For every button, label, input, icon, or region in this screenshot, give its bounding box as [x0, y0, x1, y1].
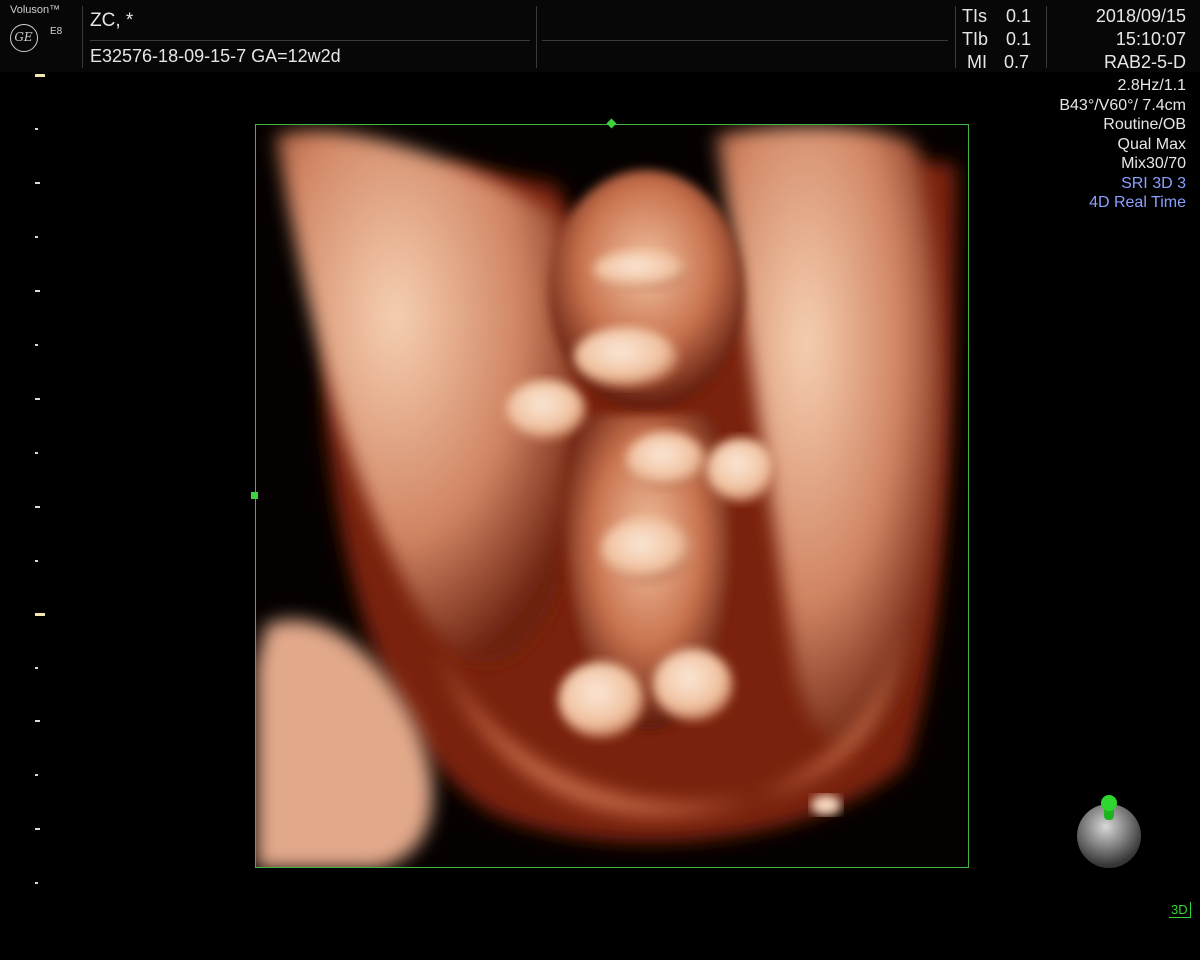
preset: Routine/OB [1103, 116, 1186, 133]
probe-name: RAB2-5-D [1103, 52, 1186, 72]
sri-setting: SRI 3D 3 [1121, 174, 1186, 192]
ge-logo-icon: GE [10, 24, 38, 52]
sweep-angles: B43°/V60°/ 7.4cm [1059, 96, 1186, 114]
roi-left-handle[interactable] [251, 492, 258, 499]
exam-id: E32576-18-09-15-7 GA=12w2d [90, 46, 341, 66]
index-mi: MI 0.7 [967, 52, 1030, 72]
render-region[interactable] [255, 124, 969, 868]
exam-time: 15:10:07 [1115, 29, 1186, 49]
exam-date: 2018/09/15 [1095, 6, 1186, 26]
parameter-panel: 2.8Hz/1.1 B43°/V60°/ 7.4cm Routine/OB Qu… [1059, 76, 1186, 213]
header-bar: Voluson™ GE E8 ZC, * E32576-18-09-15-7 G… [0, 0, 1200, 72]
brand-label: Voluson™ [10, 4, 61, 16]
patient-name: ZC, * [90, 10, 134, 31]
mode-label: 4D Real Time [1089, 194, 1186, 211]
mix: Mix30/70 [1121, 155, 1186, 172]
index-tis: TIs 0.1 [962, 6, 1032, 26]
model-label: E8 [50, 26, 63, 37]
frame-rate: 2.8Hz/1.1 [1117, 77, 1186, 94]
mode-3d-indicator[interactable]: 3D [1169, 902, 1191, 918]
index-tib: TIb 0.1 [962, 29, 1032, 49]
fetal-render-image [256, 125, 968, 867]
quality: Qual Max [1117, 135, 1186, 153]
orientation-marker-dot [1101, 795, 1117, 811]
